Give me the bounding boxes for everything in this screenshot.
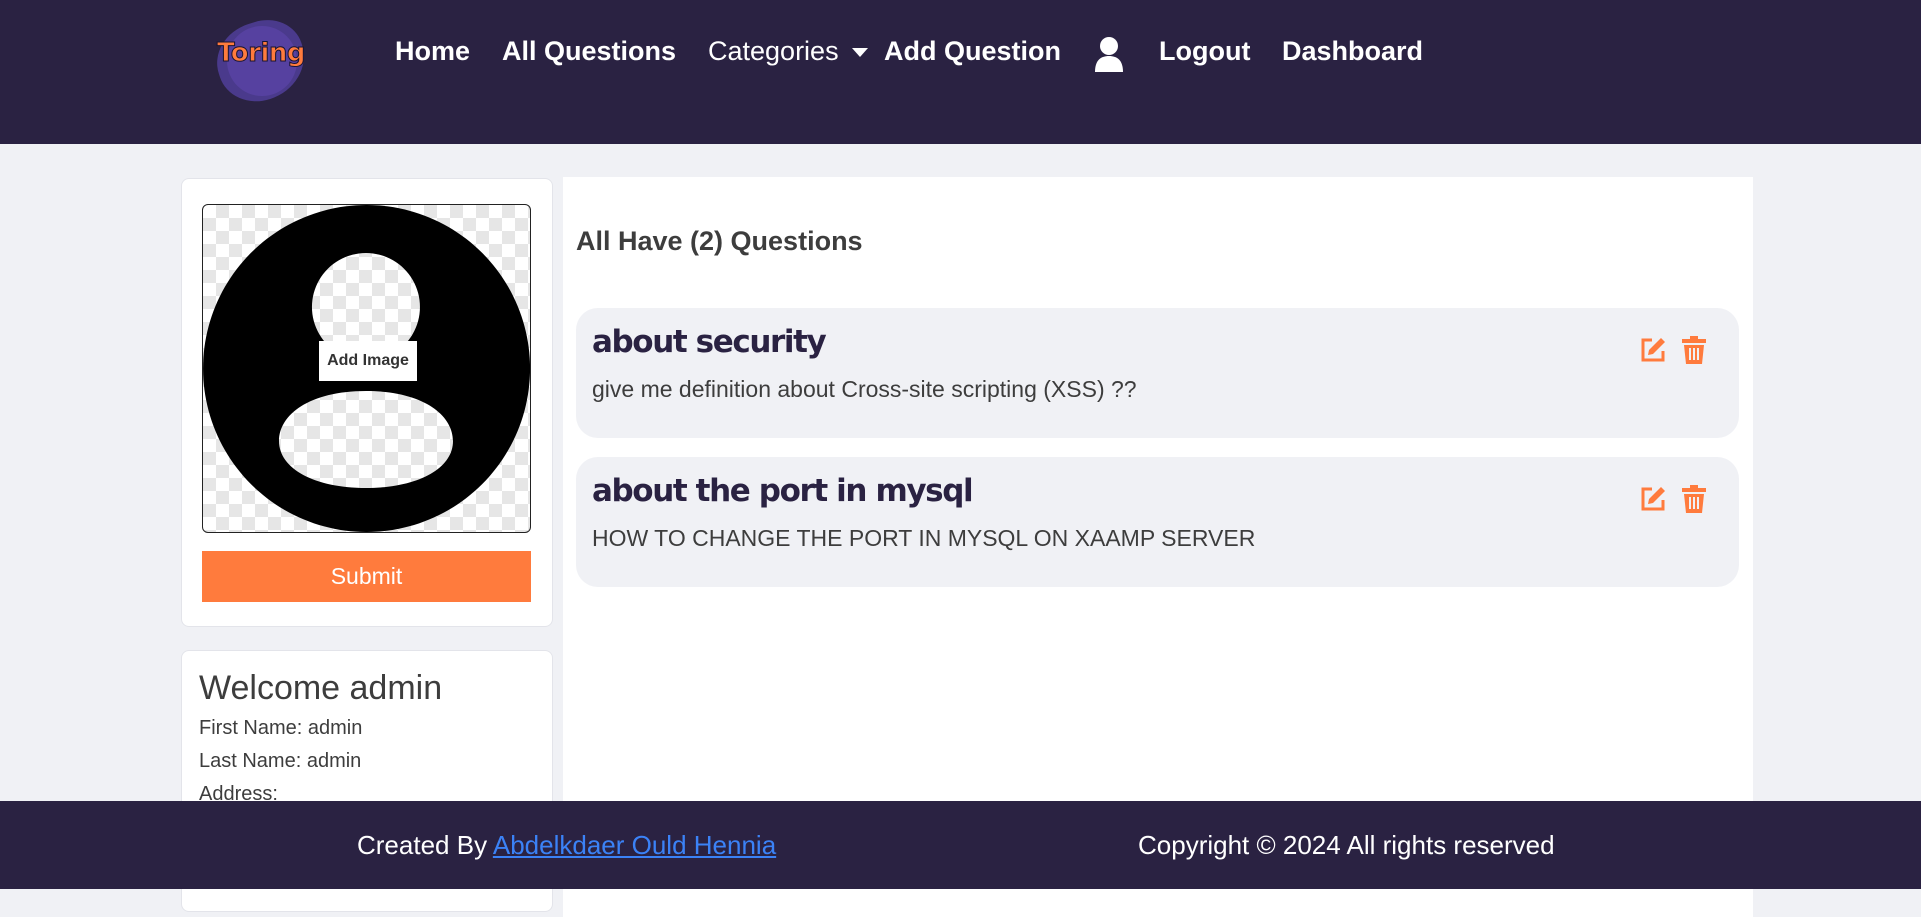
question-card: about the port in mysql HOW TO CHANGE TH… (576, 457, 1739, 587)
nav-categories[interactable]: Categories (708, 36, 839, 67)
logo[interactable]: Toring (207, 10, 315, 112)
nav-dashboard[interactable]: Dashboard (1282, 36, 1423, 67)
avatar-upload-area[interactable]: Add Image (202, 204, 531, 533)
submit-button[interactable]: Submit (202, 551, 531, 602)
chevron-down-icon[interactable] (852, 48, 868, 57)
logo-text: Toring (217, 38, 307, 69)
avatar-card: Add Image Submit (181, 178, 553, 627)
question-title[interactable]: about security (592, 324, 827, 360)
footer-credit: Created By Abdelkdaer Ould Hennia (357, 830, 776, 861)
question-body: HOW TO CHANGE THE PORT IN MYSQL ON XAAMP… (592, 525, 1256, 551)
nav-logout[interactable]: Logout (1159, 36, 1250, 67)
trash-icon[interactable] (1682, 336, 1706, 364)
question-card: about security give me definition about … (576, 308, 1739, 438)
nav-add-question[interactable]: Add Question (884, 36, 1061, 67)
last-name-text: Last Name: admin (199, 750, 362, 772)
created-by-text: Created By (357, 830, 493, 860)
copyright-text: Copyright © 2024 All rights reserved (1138, 830, 1555, 860)
trash-icon[interactable] (1682, 485, 1706, 513)
edit-icon[interactable] (1639, 485, 1667, 513)
navbar: Toring Home All Questions Categories Add… (0, 0, 1921, 144)
nav-home[interactable]: Home (395, 36, 470, 67)
first-name-text: First Name: admin (199, 717, 363, 739)
question-title[interactable]: about the port in mysql (592, 473, 974, 509)
footer: Created By Abdelkdaer Ould Hennia Copyri… (0, 801, 1921, 889)
welcome-heading: Welcome admin (199, 669, 443, 707)
author-link[interactable]: Abdelkdaer Ould Hennia (493, 830, 776, 860)
nav-all-questions[interactable]: All Questions (502, 36, 676, 67)
add-image-button[interactable]: Add Image (319, 341, 417, 381)
user-icon[interactable] (1093, 36, 1125, 72)
question-body: give me definition about Cross-site scri… (592, 376, 1137, 402)
questions-count-heading: All Have (2) Questions (576, 226, 863, 256)
edit-icon[interactable] (1639, 336, 1667, 364)
